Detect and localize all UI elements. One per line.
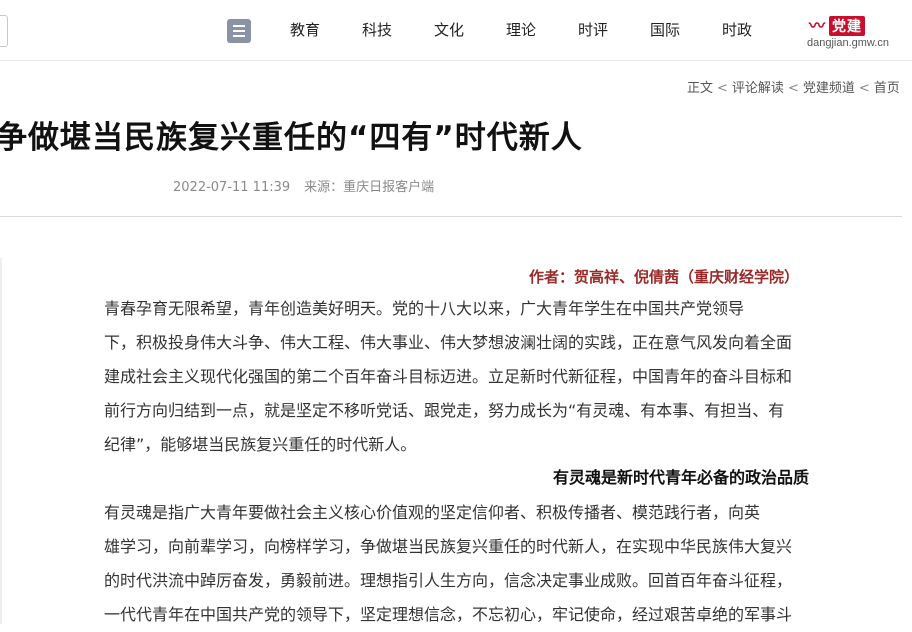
paragraph-line: 建成社会主义现代化强国的第二个百年奋斗目标迈进。立足新时代新征程，中国青年的奋斗… — [104, 367, 793, 386]
article-title: 争做堪当民族复兴重任的“四有”时代新人 — [0, 120, 583, 156]
breadcrumb-section[interactable]: 评论解读 — [732, 81, 784, 96]
site-logo[interactable]: 〰党建 dangjian.gmw.cn — [803, 10, 903, 54]
nav-item-theory[interactable]: 理论 — [506, 0, 536, 60]
article-subheading: 有灵魂是新时代青年必备的政治品质 — [553, 468, 810, 487]
paragraph-line: 青春孕育无限希望，青年创造美好明天。党的十八大以来，广大青年学生在中国共产党领导 — [104, 299, 745, 318]
nav-item-politics[interactable]: 时政 — [722, 0, 752, 60]
article-body: 作者：贺高祥、倪倩茜（重庆财经学院） 青春孕育无限希望，青年创造美好明天。党的十… — [0, 258, 912, 624]
nav-item-technology[interactable]: 科技 — [362, 0, 392, 60]
article-source: 来源：重庆日报客户端 — [304, 180, 435, 195]
article-timestamp: 2022-07-11 11:39 — [173, 180, 291, 195]
article-paragraph: 有灵魂是指广大青年要做社会主义核心价值观的坚定信仰者、积极传播者、模范践行者，向… — [104, 496, 874, 632]
header-divider — [0, 216, 902, 217]
nav-item-commentary[interactable]: 时评 — [578, 0, 608, 60]
article-paragraph: 青春孕育无限希望，青年创造美好明天。党的十八大以来，广大青年学生在中国共产党领导… — [104, 292, 874, 462]
nav-item-international[interactable]: 国际 — [650, 0, 680, 60]
nav-item-education[interactable]: 教育 — [290, 0, 320, 60]
paragraph-line: 有灵魂是指广大青年要做社会主义核心价值观的坚定信仰者、积极传播者、模范践行者，向… — [104, 503, 761, 522]
breadcrumb-home[interactable]: 首页 — [874, 81, 900, 96]
top-navigation-bar: 教育 科技 文化 理论 时评 国际 时政 〰党建 dangjian.gmw.cn — [0, 0, 912, 61]
logo-mark: 〰党建 — [809, 12, 866, 36]
breadcrumb: 正文 < 评论解读 < 党建频道 < 首页 — [687, 77, 900, 96]
menu-icon[interactable] — [227, 19, 251, 43]
breadcrumb-separator: < — [858, 81, 870, 96]
paragraph-line: 下，积极投身伟大斗争、伟大工程、伟大事业、伟大梦想波澜壮阔的实践，正在意气风发向… — [104, 333, 793, 352]
breadcrumb-current[interactable]: 正文 — [687, 81, 713, 96]
paragraph-line: 雄学习，向前辈学习，向榜样学习，争做堪当民族复兴重任的时代新人，在实现中华民族伟… — [104, 537, 793, 556]
breadcrumb-channel[interactable]: 党建频道 — [803, 81, 855, 96]
search-input[interactable] — [0, 15, 8, 47]
paragraph-line: 一代代青年在中国共产党的领导下，坚定理想信念，不忘初心，牢记使命，经过艰苦卓绝的… — [104, 605, 793, 624]
breadcrumb-separator: < — [717, 81, 728, 96]
nav-item-culture[interactable]: 文化 — [434, 0, 464, 60]
logo-brush-icon: 〰 — [809, 16, 827, 35]
paragraph-line: 的时代洪流中踔厉奋发，勇毅前进。理想指引人生方向，信念决定事业成败。回首百年奋斗… — [104, 571, 793, 590]
paragraph-line: 纪律”，能够堪当民族复兴重任的时代新人。 — [104, 435, 417, 454]
breadcrumb-separator: < — [787, 81, 799, 96]
logo-domain: dangjian.gmw.cn — [807, 37, 889, 49]
paragraph-line: 前行方向归结到一点，就是坚定不移听党话、跟党走，努力成长为“有灵魂、有本事、有担… — [104, 401, 785, 420]
article-meta: 2022-07-11 11:39 来源：重庆日报客户端 — [173, 176, 434, 195]
article-author: 作者：贺高祥、倪倩茜（重庆财经学院） — [529, 268, 800, 286]
